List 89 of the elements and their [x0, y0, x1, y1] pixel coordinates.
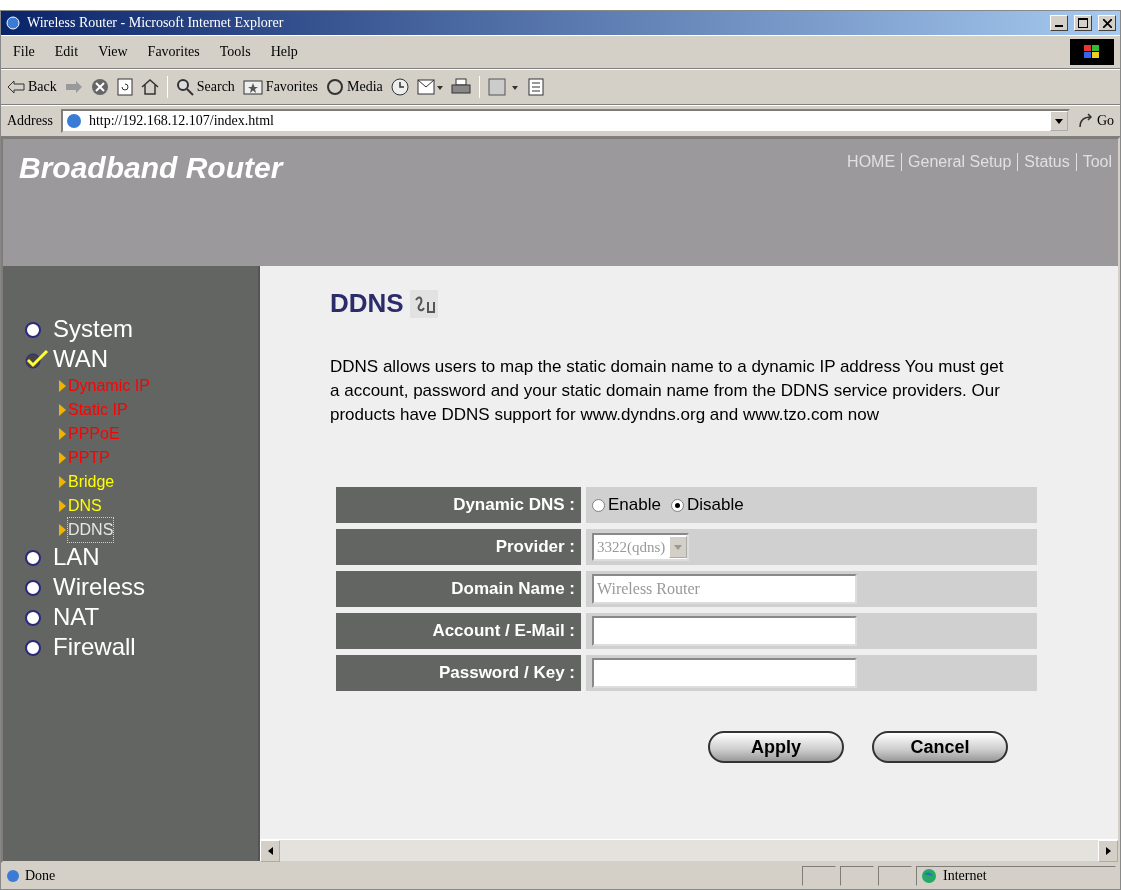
triangle-icon	[59, 380, 66, 392]
triangle-icon	[59, 452, 66, 464]
triangle-icon	[59, 476, 66, 488]
sidebar-item[interactable]: LAN	[25, 542, 258, 572]
status-pane	[878, 866, 912, 886]
go-arrow-icon	[1077, 113, 1094, 129]
menu-item[interactable]: Favorites	[141, 42, 206, 62]
forward-arrow-icon	[64, 80, 83, 94]
form-button[interactable]: Apply	[708, 731, 844, 763]
menu-item[interactable]: Tools	[213, 42, 257, 62]
input-field[interactable]	[592, 616, 857, 646]
submenu-link[interactable]: DNS	[59, 494, 258, 518]
sidebar-item[interactable]: Wireless	[25, 572, 258, 602]
field-label: Dynamic DNS :	[336, 487, 581, 523]
edit-button[interactable]	[487, 78, 520, 96]
radio-label: Disable	[686, 495, 744, 515]
maximize-icon	[1078, 18, 1088, 28]
triangle-icon	[59, 500, 66, 512]
form-button[interactable]: Cancel	[872, 731, 1008, 763]
windows-logo-icon	[1070, 39, 1114, 65]
left-arrow-icon	[267, 847, 273, 855]
close-button[interactable]	[1098, 15, 1116, 31]
page-heading: DDNS	[330, 288, 404, 319]
menu-item[interactable]: File	[7, 42, 41, 62]
menu-item[interactable]: Edit	[48, 42, 85, 62]
field-label: Provider :	[336, 529, 581, 565]
page-icon	[64, 112, 83, 130]
zone-text: Internet	[943, 868, 987, 884]
go-button[interactable]: Go	[1077, 113, 1114, 129]
address-field[interactable]: http://192.168.12.107/index.html	[60, 109, 1070, 133]
media-button[interactable]: Media	[325, 78, 383, 96]
field-label: Password / Key :	[336, 655, 581, 691]
favorites-button[interactable]: Favorites	[242, 79, 318, 95]
refresh-icon	[116, 78, 133, 96]
mail-button[interactable]	[416, 78, 443, 96]
minimize-button[interactable]	[1050, 15, 1068, 31]
stop-button[interactable]	[90, 78, 109, 96]
triangle-icon	[59, 524, 66, 536]
search-button[interactable]: Search	[175, 78, 235, 96]
right-arrow-icon	[1105, 847, 1111, 855]
discuss-button[interactable]	[527, 78, 544, 96]
brand-title: Broadband Router	[19, 151, 283, 185]
printer-icon	[450, 78, 471, 96]
close-icon	[1102, 18, 1112, 28]
sidebar-item[interactable]: WAN	[25, 344, 258, 374]
caret-icon	[1054, 118, 1063, 124]
menu-item[interactable]: Help	[264, 42, 304, 62]
dropdown-button[interactable]	[1049, 111, 1068, 131]
field-label: Domain Name :	[336, 571, 581, 607]
radio-button[interactable]	[592, 498, 605, 512]
submenu-link[interactable]: DDNS	[59, 518, 258, 542]
star-folder-icon	[242, 79, 263, 95]
radio-button[interactable]	[670, 498, 684, 512]
print-button[interactable]	[450, 78, 471, 96]
history-button[interactable]	[390, 78, 409, 96]
browser-logo-icon	[5, 15, 21, 31]
stop-icon	[90, 78, 109, 96]
back-button[interactable]: Back	[7, 79, 57, 95]
field-label: Account / E-Mail :	[336, 613, 581, 649]
clock-icon	[390, 78, 409, 96]
triangle-icon	[59, 428, 66, 440]
horizontal-scrollbar[interactable]	[260, 839, 1118, 861]
home-icon	[140, 78, 159, 96]
back-arrow-icon	[7, 80, 25, 94]
notepad-icon	[527, 78, 544, 96]
sidebar-item[interactable]: NAT	[25, 602, 258, 632]
squiggle-icon	[409, 289, 438, 318]
refresh-button[interactable]	[116, 78, 133, 96]
address-label: Address	[7, 113, 53, 129]
home-button[interactable]	[140, 78, 159, 96]
menu-item[interactable]: View	[92, 42, 134, 62]
radio-label: Enable	[608, 495, 661, 515]
status-pane	[840, 866, 874, 886]
search-icon	[175, 78, 194, 96]
sidebar-item[interactable]: Firewall	[25, 632, 258, 662]
window-title: Wireless Router - Microsoft Internet Explorer	[27, 15, 285, 31]
input-field[interactable]	[592, 658, 857, 688]
caret-icon	[674, 544, 683, 550]
status-pane	[802, 866, 836, 886]
page-icon	[5, 868, 21, 884]
address-text: http://192.168.12.107/index.html	[88, 113, 275, 129]
status-text: Done	[25, 868, 57, 884]
mail-icon	[416, 78, 443, 96]
maximize-button[interactable]	[1074, 15, 1092, 31]
document-dropdown-icon	[487, 78, 520, 96]
triangle-icon	[59, 404, 66, 416]
description-text: DDNS allows users to map the static domain name to a dynamic IP address You must get a account, password and your static domain name from the DDNS service providers. Our products have DDNS support for www.dyndns.org and www.tzo.com now	[330, 356, 1005, 426]
sidebar-item[interactable]: System	[25, 314, 258, 344]
submenu-link[interactable]: Bridge	[59, 470, 258, 494]
